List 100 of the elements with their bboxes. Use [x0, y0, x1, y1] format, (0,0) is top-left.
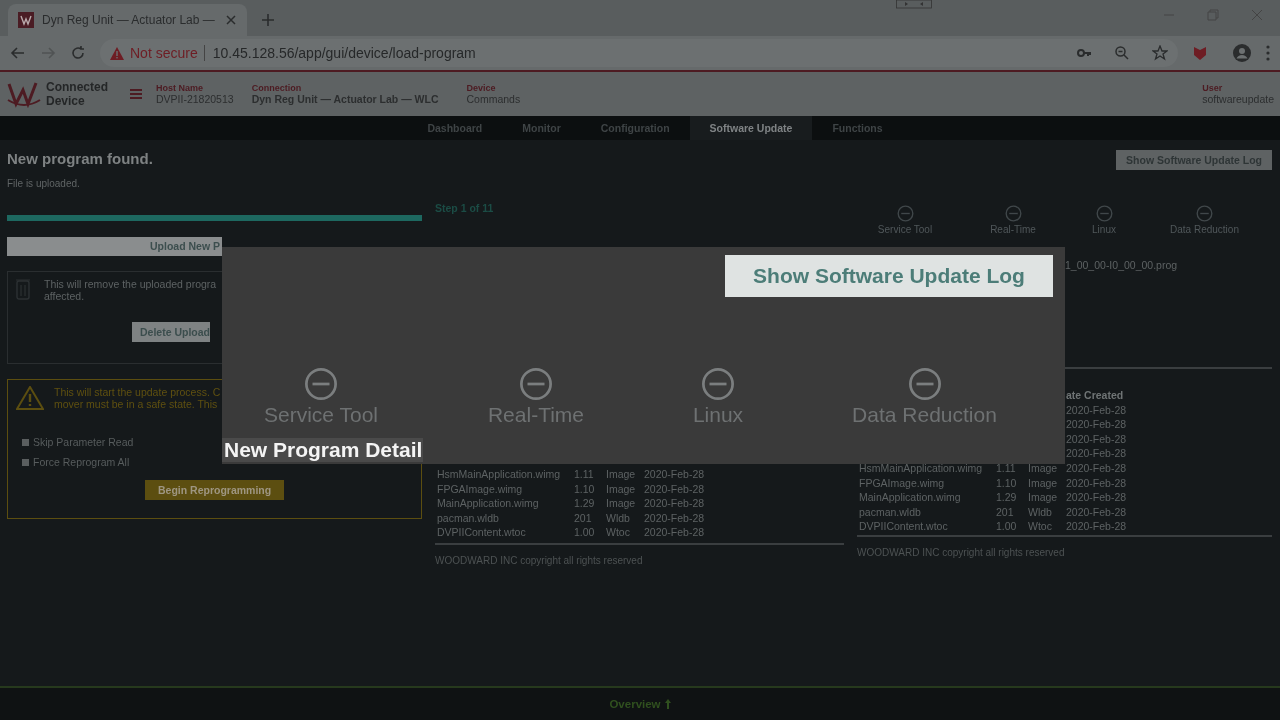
table-cell-text: MainApplication.wimg [859, 491, 962, 506]
close-icon[interactable] [1250, 8, 1264, 22]
table-cell-text: 1.00 [574, 526, 596, 541]
tab-title: Dyn Reg Unit — Actuator Lab — [42, 13, 216, 27]
table-cell-text: 2020-Feb-28 [1066, 447, 1128, 462]
table-cell-text: Wldb [606, 511, 631, 526]
begin-reprogramming-button[interactable]: Begin Reprogramming [145, 480, 285, 500]
step-label: Data Reduction [1170, 224, 1239, 235]
table-cell-text: FPGAImage.wimg [859, 476, 946, 491]
table-cell-text: 2020-Feb-28 [1066, 491, 1128, 506]
security-label[interactable]: Not secure [130, 45, 198, 61]
table-cell-text: 2020-Feb-28 [644, 468, 706, 482]
section-title: New Program Detail [222, 438, 424, 462]
minus-circle-icon [1095, 205, 1113, 222]
table-cell-text: pacman.wldb [437, 511, 500, 526]
delete-upload-button[interactable]: Delete Upload [132, 322, 210, 342]
field-label: Connection [251, 83, 303, 93]
minus-circle-icon [1196, 205, 1213, 222]
column-header: ate Created [1066, 389, 1125, 403]
table-cell-text: HsmMainApplication.wimg [859, 461, 984, 476]
table-cell-text: 2020-Feb-28 [1066, 520, 1128, 535]
table-cell-text: 1.10 [574, 482, 596, 497]
table-cell-text: Image [606, 482, 637, 497]
table-cell-text: Image [606, 468, 637, 482]
table-cell-text: 2020-Feb-28 [1066, 418, 1128, 433]
menu-icon[interactable] [1266, 45, 1270, 61]
table-cell-text: 2020-Feb-28 [644, 497, 706, 512]
brand-title: Connected Device [46, 80, 109, 108]
close-icon[interactable] [225, 14, 237, 26]
table-cell-text: 1.29 [574, 497, 596, 512]
checkbox[interactable] [22, 438, 29, 446]
back-icon[interactable] [10, 45, 26, 61]
table-cell-text: 2020-Feb-28 [644, 511, 706, 526]
step-label: Service Tool [264, 403, 378, 427]
warning-text: This will start the update process. C [54, 386, 221, 398]
field-label: Device [466, 83, 497, 93]
nav-tab[interactable]: Software Update [689, 116, 813, 140]
notice-text: affected. [44, 290, 86, 302]
reload-icon[interactable] [70, 45, 86, 61]
checkbox[interactable] [22, 458, 29, 466]
checkbox-label: Force Reprogram All [33, 456, 130, 468]
upload-button[interactable]: Upload New P [7, 237, 222, 256]
table-cell-text: DVPIIContent.wtoc [437, 526, 527, 541]
table-cell-text: Image [606, 497, 637, 512]
minus-circle-icon [519, 367, 553, 401]
table-cell-text: FPGAImage.wimg [437, 482, 524, 497]
table-cell-text: Wldb [1028, 505, 1053, 520]
table-cell-text: 1.00 [996, 520, 1018, 535]
table-cell-text: 201 [996, 505, 1015, 520]
arrow-up-icon [664, 699, 671, 709]
warning-icon [16, 386, 44, 410]
menu-icon[interactable] [130, 88, 142, 100]
shield-icon[interactable] [1192, 45, 1208, 61]
checkbox-label: Skip Parameter Read [33, 436, 134, 448]
warning-icon [110, 46, 124, 60]
table-cell-text: Image [1028, 491, 1059, 506]
minus-circle-icon [304, 367, 338, 401]
table-cell-text: MainApplication.wimg [437, 497, 540, 512]
table-cell-text: Image [1028, 476, 1059, 491]
step-label: Service Tool [877, 224, 933, 235]
page-title: New program found. [7, 150, 154, 167]
table-cell-text: 2020-Feb-28 [1066, 476, 1128, 491]
table-cell-text: 1.11 [996, 461, 1017, 476]
step-label: Linux [692, 403, 744, 427]
site-logo-icon [18, 12, 34, 28]
overview-link[interactable]: Overview [609, 698, 661, 710]
table-cell-text: 2020-Feb-28 [1066, 505, 1128, 520]
table-cell-text: Image [1028, 461, 1059, 476]
table-cell-text: pacman.wldb [859, 505, 922, 520]
table-cell-text: 1.10 [996, 476, 1018, 491]
show-log-button[interactable]: Show Software Update Log [725, 255, 1053, 297]
star-icon[interactable] [1152, 45, 1168, 61]
profile-icon[interactable] [1232, 43, 1252, 63]
url-field[interactable]: 10.45.128.56/app/gui/device/load-program [203, 45, 476, 61]
table-cell-text: 2020-Feb-28 [1066, 461, 1128, 476]
status-text: File is uploaded. [7, 178, 81, 189]
table-cell-text: 2020-Feb-28 [644, 526, 706, 541]
logo-icon [6, 80, 42, 108]
table-cell-text: 1.11 [574, 468, 595, 482]
browser-tab[interactable]: Dyn Reg Unit — Actuator Lab — [8, 4, 247, 36]
table-cell-text: 2020-Feb-28 [1066, 432, 1128, 447]
field-label: User [1202, 83, 1224, 93]
trash-icon [16, 278, 30, 300]
table-cell-text: Wtoc [606, 526, 631, 541]
minus-circle-icon [907, 367, 942, 401]
table-cell-text: 2020-Feb-28 [644, 482, 706, 497]
step-label: Real-Time [990, 224, 1036, 235]
zoom-out-icon[interactable] [1114, 45, 1130, 61]
table-cell-text: Wtoc [1028, 520, 1053, 535]
step-label: Real-Time [487, 403, 585, 427]
table-cell-text: 2020-Feb-28 [1066, 403, 1128, 418]
file-name: 1_00_00-I0_00_00.prog [1065, 259, 1179, 271]
table-cell-text: 1.29 [996, 491, 1018, 506]
table-cell-text: HsmMainApplication.wimg [437, 468, 562, 482]
media-arrows-icon[interactable] [896, 0, 932, 9]
new-tab-icon[interactable] [261, 13, 275, 27]
notice-text: This will remove the uploaded progra [44, 278, 217, 290]
step-label: Linux [1092, 224, 1116, 235]
table-cell-text: 201 [574, 511, 593, 526]
warning-text: mover must be in a safe state. This [54, 398, 219, 410]
